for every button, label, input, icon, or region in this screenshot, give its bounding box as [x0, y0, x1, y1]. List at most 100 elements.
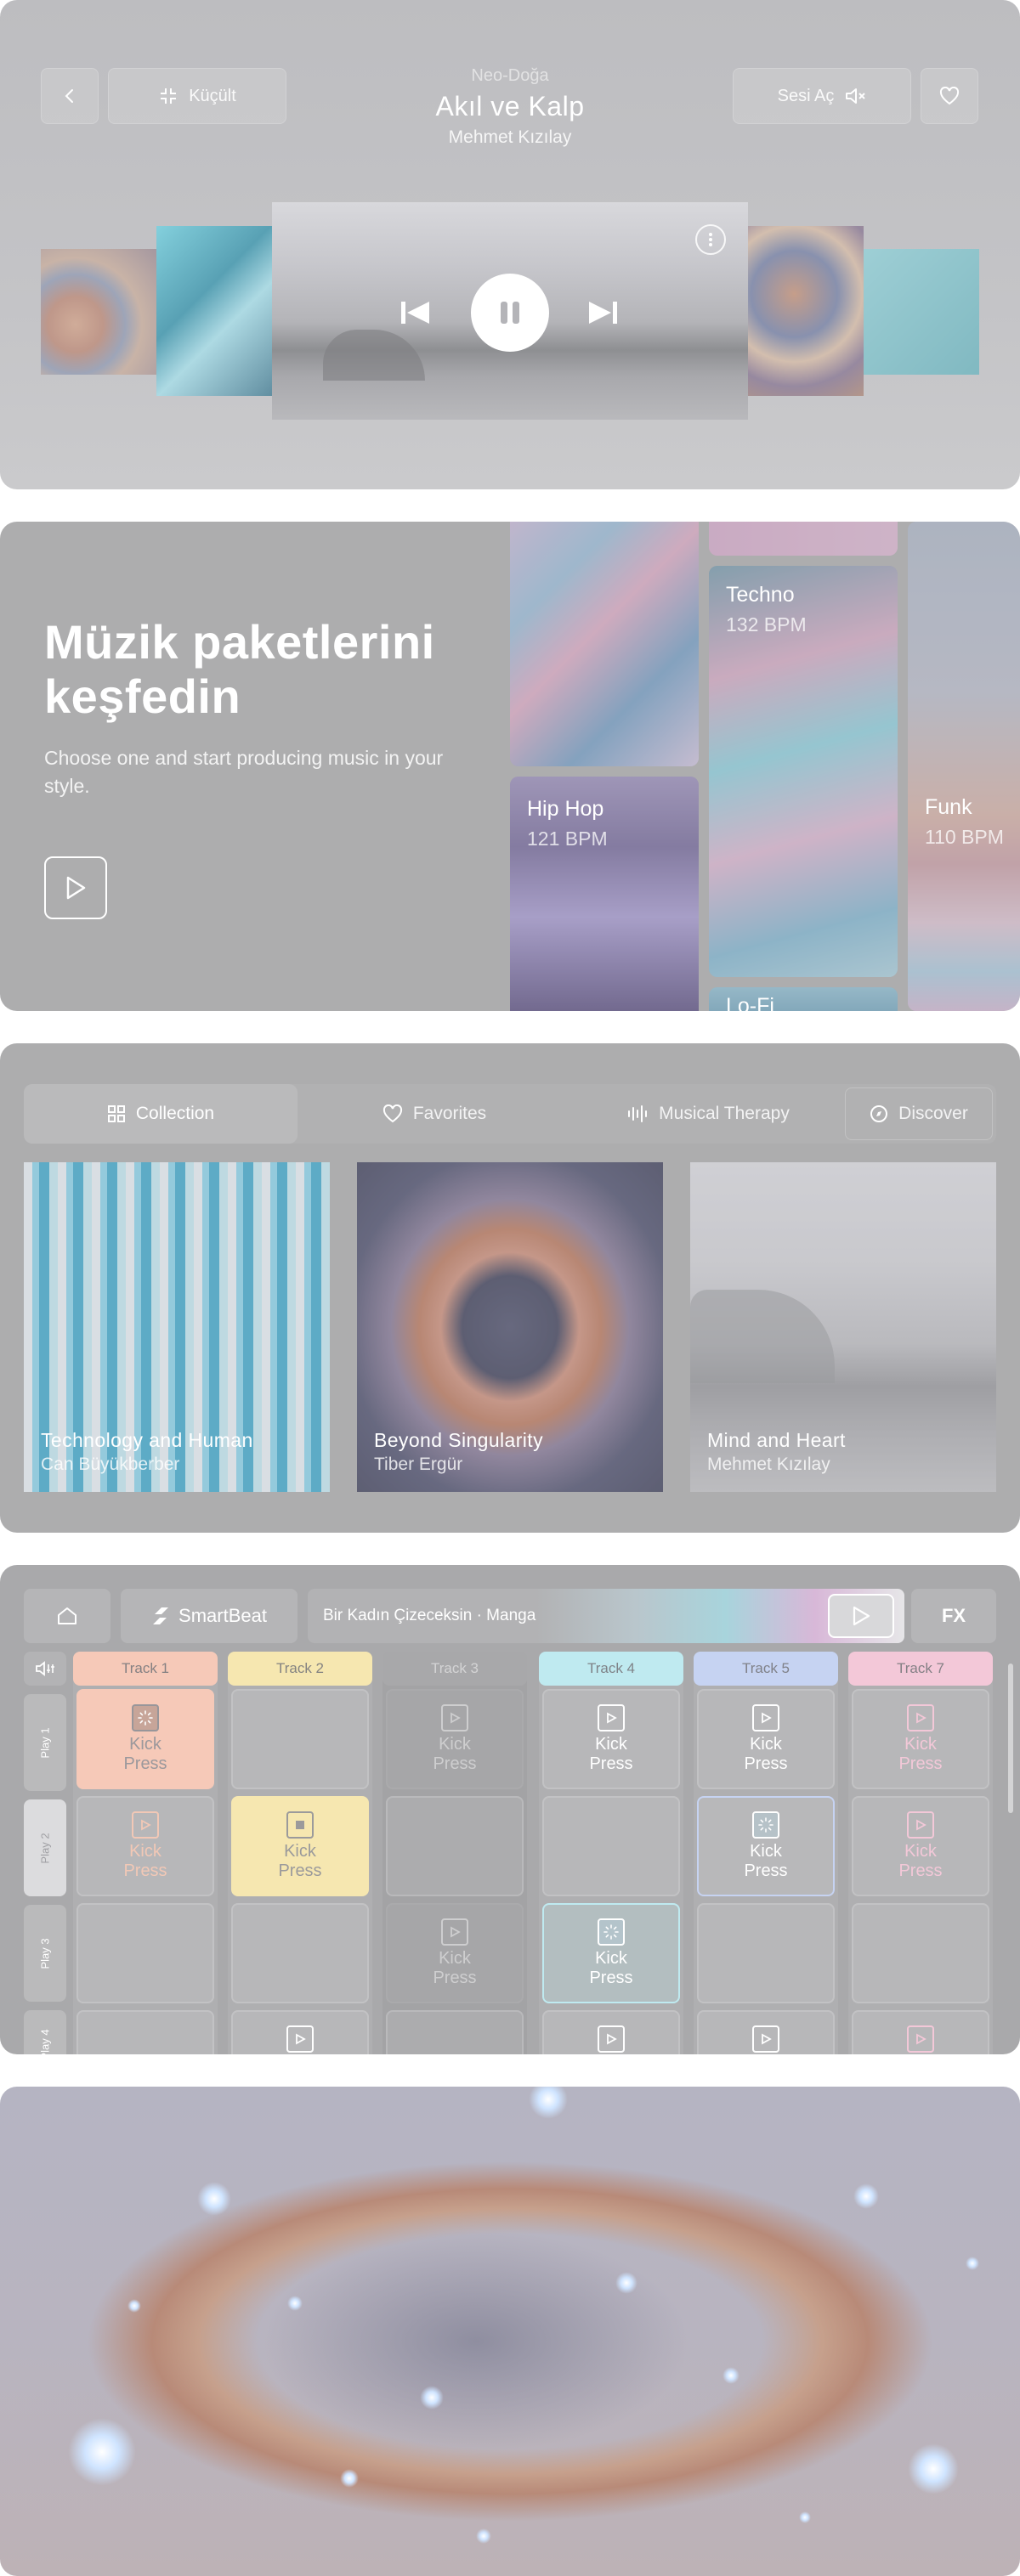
home-button[interactable]	[24, 1589, 110, 1643]
play-square-icon	[598, 1704, 625, 1731]
sample-pad[interactable]: KickPress	[386, 1903, 524, 2003]
sample-pad[interactable]	[76, 1903, 214, 2003]
album-artist: Tiber Ergür	[374, 1455, 463, 1474]
track-column: Track 5 KickPress KickPress KickPress	[694, 1652, 838, 2054]
back-button[interactable]	[41, 68, 99, 124]
sample-pad[interactable]	[852, 1903, 989, 2003]
play-square-icon	[907, 1704, 934, 1731]
now-playing-bar: Bir Kadın Çizeceksin · Manga	[308, 1589, 904, 1643]
album-card[interactable]: Beyond Singularity Tiber Ergür	[357, 1162, 663, 1492]
chevron-left-icon	[65, 89, 73, 103]
sample-pad[interactable]	[697, 1903, 835, 2003]
brand-name: SmartBeat	[178, 1605, 267, 1626]
star	[908, 2443, 959, 2494]
play-selector-3[interactable]: Play 3	[24, 1905, 66, 2002]
track-header[interactable]: Track 7	[848, 1652, 993, 1686]
pause-button[interactable]	[471, 274, 549, 352]
pack-card-funk[interactable]: Funk 110 BPM	[908, 522, 1020, 1011]
album-card[interactable]: Mind and Heart Mehmet Kızılay	[690, 1162, 996, 1492]
previous-button[interactable]	[394, 293, 437, 332]
track-header[interactable]: Track 5	[694, 1652, 838, 1686]
smartbeat-logo-icon	[153, 1607, 169, 1624]
next-button[interactable]	[581, 293, 624, 332]
sample-pad[interactable]: KickPress	[542, 1689, 680, 1789]
pack-bpm: 121 BPM	[527, 828, 608, 850]
genre-label: Neo-Doğa	[471, 66, 549, 85]
sample-pad[interactable]	[231, 1689, 369, 1789]
fx-button[interactable]: FX	[911, 1589, 996, 1643]
track-header[interactable]: Track 3	[382, 1652, 527, 1686]
sample-pad[interactable]: KickPress	[697, 1689, 835, 1789]
more-options-button[interactable]	[695, 224, 726, 255]
track-header[interactable]: Track 4	[539, 1652, 683, 1686]
pack-card-techno[interactable]: Techno 132 BPM	[709, 566, 898, 977]
play-square-icon	[752, 1704, 779, 1731]
sample-pad[interactable]: KickPress	[697, 1796, 835, 1896]
play-square-icon	[132, 1811, 159, 1839]
pad-label: Kick Press	[123, 1842, 167, 1880]
speaker-muted-icon	[846, 88, 866, 104]
sample-pad[interactable]	[231, 1903, 369, 2003]
heart-icon	[939, 87, 960, 105]
sequencer-play-button[interactable]	[828, 1594, 894, 1638]
pad-label: Kick Press	[433, 1949, 477, 1987]
unmute-button[interactable]: Sesi Aç	[733, 68, 911, 124]
pack-card-top[interactable]	[709, 522, 898, 556]
sample-pad[interactable]	[386, 2010, 524, 2054]
play-selector-2[interactable]: Play 2	[24, 1799, 66, 1896]
track-column: Track 4 KickPress KickPress KickPress	[539, 1652, 683, 2054]
artist-name: Mehmet Kızılay	[448, 127, 572, 147]
sample-pad[interactable]: KickPress	[852, 1689, 989, 1789]
pack-card-swirl[interactable]	[510, 522, 699, 766]
tab-favorites[interactable]: Favorites	[298, 1084, 571, 1144]
skip-next-icon	[589, 302, 617, 324]
sample-pad[interactable]: KickPress	[76, 1689, 214, 1789]
play-icon	[853, 1606, 870, 1626]
pack-card-hiphop[interactable]: Hip Hop 121 BPM	[510, 777, 699, 1011]
minimize-button[interactable]: Küçült	[108, 68, 286, 124]
carousel-cover-left-2[interactable]	[41, 249, 156, 375]
sample-pad[interactable]: KickPress	[231, 2010, 369, 2054]
sample-pad[interactable]: KickPress	[386, 1689, 524, 1789]
tab-musical-therapy[interactable]: Musical Therapy	[571, 1084, 845, 1144]
sample-pad[interactable]: KickPress	[231, 1796, 369, 1896]
pack-card-lofi[interactable]: Lo-Fi	[709, 987, 898, 1011]
grid-scrollbar[interactable]	[1008, 1664, 1013, 1813]
album-card[interactable]: Technology and Human Can Büyükberber	[24, 1162, 330, 1492]
sample-pad[interactable]	[76, 2010, 214, 2054]
carousel-cover-left-1[interactable]	[156, 226, 272, 396]
star	[966, 2257, 979, 2270]
star	[197, 2182, 231, 2216]
track-header[interactable]: Track 1	[73, 1652, 218, 1686]
favorite-button[interactable]	[921, 68, 978, 124]
sample-pad[interactable]: KickPress	[852, 2010, 989, 2054]
sample-pad[interactable]: KickPress	[542, 1903, 680, 2003]
pad-label: Kick Press	[589, 1949, 633, 1987]
heart-icon	[382, 1104, 402, 1123]
sample-pad[interactable]	[386, 1796, 524, 1896]
star	[722, 2367, 740, 2384]
star	[340, 2469, 359, 2488]
tab-discover[interactable]: Discover	[845, 1087, 993, 1140]
sample-pad[interactable]: KickPress	[76, 1796, 214, 1896]
skip-previous-icon	[401, 302, 429, 324]
track-header[interactable]: Track 2	[228, 1652, 372, 1686]
sample-pad[interactable]	[542, 1796, 680, 1896]
track-column: Track 7 KickPress KickPress KickPress	[848, 1652, 993, 2054]
play-selector-4[interactable]: Play 4	[24, 2010, 66, 2054]
minimize-label: Küçült	[189, 86, 236, 105]
sample-pad[interactable]: KickPress	[852, 1796, 989, 1896]
sample-pad[interactable]: KickPress	[697, 2010, 835, 2054]
tab-collection[interactable]: Collection	[24, 1084, 298, 1144]
carousel-cover-right-1[interactable]	[748, 226, 864, 396]
play-selector-1[interactable]: Play 1	[24, 1694, 66, 1791]
pad-label: Kick Press	[744, 1842, 788, 1880]
star	[476, 2528, 491, 2544]
sample-pad[interactable]: KickPress	[542, 2010, 680, 2054]
loading-icon	[132, 1704, 159, 1731]
volume-control[interactable]	[24, 1652, 66, 1686]
album-artist: Can Büyükberber	[41, 1455, 180, 1474]
carousel-cover-right-2[interactable]	[864, 249, 979, 375]
start-button[interactable]	[44, 856, 107, 919]
album-title: Technology and Human	[41, 1429, 253, 1451]
